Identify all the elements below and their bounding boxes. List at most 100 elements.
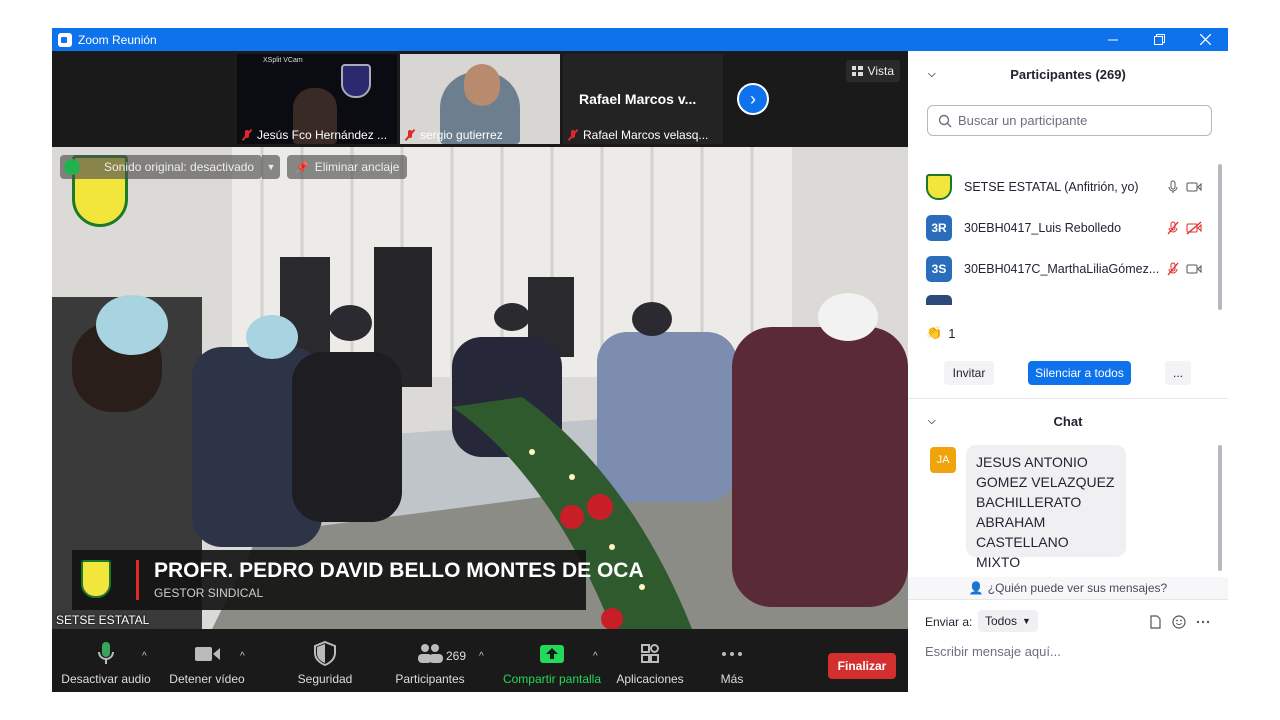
video-camera-icon[interactable] <box>1186 262 1202 276</box>
thumbnail-name: sergio gutierrez <box>420 128 503 142</box>
stop-video-button[interactable]: Detener vídeo <box>164 629 250 692</box>
original-sound-dropdown[interactable]: ▼ <box>262 155 280 179</box>
chat-message-line: GOMEZ VELAZQUEZ <box>976 474 1115 490</box>
apps-button[interactable]: Aplicaciones <box>614 629 686 692</box>
union-logo-avatar <box>926 174 952 200</box>
invite-button[interactable]: Invitar <box>944 361 994 385</box>
video-options-chevron-up-icon[interactable]: ^ <box>240 651 245 662</box>
participant-thumbnail[interactable]: sergio gutierrez <box>400 54 560 144</box>
chat-header: ⌵ Chat <box>908 401 1228 441</box>
pin-icon: 📌 <box>295 161 309 174</box>
participants-count: 269 <box>446 649 467 663</box>
chat-message: JESUS ANTONIO GOMEZ VELAZQUEZ BACHILLERA… <box>966 445 1126 570</box>
share-options-chevron-up-icon[interactable]: ^ <box>593 651 598 662</box>
security-button[interactable]: Seguridad <box>288 629 362 692</box>
emoji-icon[interactable] <box>1172 615 1186 629</box>
grid-icon <box>851 66 863 76</box>
shield-check-icon <box>64 159 80 175</box>
zoom-window: Zoom Reunión XSplit VCam Jesús Fco Herná… <box>52 28 1228 692</box>
share-screen-icon <box>540 645 564 663</box>
participant-row-partial[interactable] <box>926 295 1206 305</box>
security-label: Seguridad <box>297 672 353 686</box>
main-video: Sonido original: desactivado ▼ 📌 Elimina… <box>52 147 908 629</box>
chevron-right-icon: › <box>750 88 756 109</box>
view-button[interactable]: Vista <box>845 60 900 82</box>
shield-icon <box>314 640 336 667</box>
participant-name: 30EBH0417_Luis Rebolledo <box>964 221 1122 235</box>
chat-collapse-chevron-down-icon[interactable]: ⌵ <box>928 416 936 427</box>
unpin-button[interactable]: 📌 Eliminar anclaje <box>287 155 408 179</box>
participant-search-input[interactable]: Buscar un participante <box>927 105 1212 136</box>
send-to-dropdown[interactable]: Todos ▼ <box>978 610 1038 632</box>
participant-row[interactable]: 3R 30EBH0417_Luis Rebolledo <box>926 210 1206 246</box>
participant-avatar: 3S <box>926 256 952 282</box>
share-screen-label: Compartir pantalla <box>502 672 602 686</box>
nameplate-divider <box>136 560 139 600</box>
stop-video-label: Detener vídeo <box>169 672 245 686</box>
apps-label: Aplicaciones <box>616 672 684 686</box>
next-page-button[interactable]: › <box>737 83 769 115</box>
microphone-icon[interactable] <box>1166 180 1180 194</box>
chat-visibility-text: ¿Quién puede ver sus mensajes? <box>987 581 1168 595</box>
thumbnail-center-name: Rafael Marcos v... <box>579 91 697 107</box>
participants-header-title: Participantes (269) <box>1010 66 1126 82</box>
mic-muted-icon[interactable] <box>1166 221 1180 235</box>
send-to-value: Todos <box>985 614 1018 628</box>
participants-options-chevron-up-icon[interactable]: ^ <box>479 651 484 662</box>
participant-row[interactable]: 3S 30EBH0417C_MarthaLiliaGómez... <box>926 251 1206 287</box>
chat-sender-avatar: JA <box>930 447 956 473</box>
meeting-toolbar: Desactivar audio ^ Detener vídeo ^ Segur… <box>52 629 908 692</box>
window-title: Zoom Reunión <box>78 32 157 47</box>
mute-audio-button[interactable]: Desactivar audio <box>60 629 152 692</box>
chevron-down-icon: ▼ <box>1022 616 1031 626</box>
speaker-label: SETSE ESTATAL <box>56 613 150 627</box>
title-bar: Zoom Reunión <box>52 28 1228 51</box>
participant-row[interactable]: SETSE ESTATAL (Anfitrión, yo) <box>926 169 1206 205</box>
mute-audio-label: Desactivar audio <box>61 672 151 686</box>
chat-input-placeholder: Escribir mensaje aquí... <box>925 643 1061 659</box>
mic-muted-icon <box>404 129 416 141</box>
speaker-nameplate: PROFR. PEDRO DAVID BELLO MONTES DE OCA G… <box>72 550 644 610</box>
file-icon[interactable] <box>1148 615 1162 629</box>
close-icon[interactable] <box>1182 28 1228 51</box>
person-face <box>464 64 500 106</box>
minimize-icon[interactable] <box>1090 28 1136 51</box>
mic-muted-icon <box>567 129 579 141</box>
people-info-icon: 👤 <box>968 581 984 595</box>
zoom-logo-icon <box>58 32 72 47</box>
share-screen-button[interactable]: Compartir pantalla <box>500 629 604 692</box>
video-camera-icon[interactable] <box>1186 180 1202 194</box>
restore-icon[interactable] <box>1136 28 1182 51</box>
end-meeting-button[interactable]: Finalizar <box>828 653 896 679</box>
participant-name: 30EBH0417C_MarthaLiliaGómez... <box>964 262 1160 276</box>
nameplate-subtitle: GESTOR SINDICAL <box>154 586 264 600</box>
original-sound-chip[interactable]: Sonido original: desactivado <box>60 155 263 179</box>
xsplit-overlay-text: XSplit VCam <box>263 57 303 64</box>
search-icon <box>938 114 952 127</box>
chat-more-icon[interactable] <box>1196 615 1210 629</box>
chat-visibility-note[interactable]: 👤 ¿Quién puede ver sus mensajes? <box>908 577 1228 599</box>
participant-thumbnail[interactable]: XSplit VCam Jesús Fco Hernández ... <box>237 54 397 144</box>
chat-message-line: ABRAHAM <box>976 514 1046 530</box>
more-button[interactable]: Más <box>712 629 752 692</box>
audio-options-chevron-up-icon[interactable]: ^ <box>142 651 147 662</box>
chat-header-title: Chat <box>1053 413 1083 429</box>
participants-more-button[interactable]: ... <box>1165 361 1191 385</box>
mute-all-button[interactable]: Silenciar a todos <box>1028 361 1131 385</box>
collapse-chevron-down-icon[interactable]: ⌵ <box>928 69 936 80</box>
unpin-label: Eliminar anclaje <box>314 160 400 174</box>
chat-scrollbar[interactable] <box>1218 445 1222 571</box>
chat-message-line: BACHILLERATO <box>976 494 1082 510</box>
chat-message-input[interactable]: Escribir mensaje aquí... <box>925 639 1215 663</box>
participant-thumbnail[interactable]: Rafael Marcos v... Rafael Marcos velasq.… <box>563 54 723 144</box>
nameplate-title: PROFR. PEDRO DAVID BELLO MONTES DE OCA <box>154 559 644 582</box>
union-logo-small <box>81 560 111 598</box>
video-off-icon[interactable] <box>1186 221 1202 235</box>
participants-scrollbar[interactable] <box>1218 164 1222 310</box>
apps-icon <box>641 644 659 663</box>
panel-divider <box>908 599 1228 600</box>
reaction-count: 1 <box>948 325 956 341</box>
participant-search-placeholder: Buscar un participante <box>958 113 1088 128</box>
microphone-icon <box>98 642 114 664</box>
mic-muted-icon[interactable] <box>1166 262 1180 276</box>
